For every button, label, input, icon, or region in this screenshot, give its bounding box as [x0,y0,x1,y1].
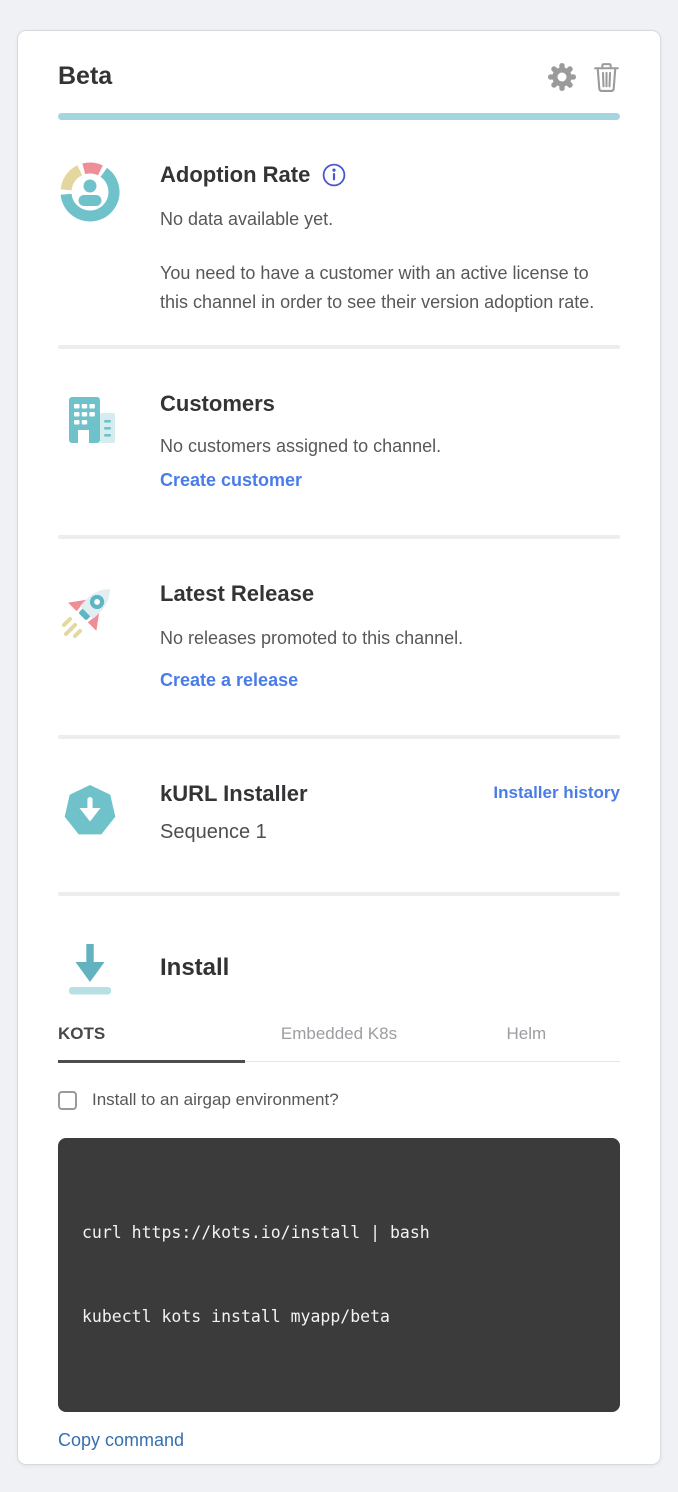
section-install: Install [58,896,620,1000]
adoption-title: Adoption Rate [160,160,310,190]
card-header: Beta [58,31,620,92]
copy-command-link[interactable]: Copy command [58,1430,184,1451]
airgap-label: Install to an airgap environment? [92,1090,339,1110]
airgap-checkbox[interactable] [58,1091,77,1110]
airgap-row: Install to an airgap environment? [58,1090,620,1110]
release-empty-text: No releases promoted to this channel. [160,624,620,653]
customers-title: Customers [160,389,620,419]
download-icon [58,936,122,1000]
channel-name: Beta [58,62,112,91]
tab-kots[interactable]: KOTS [58,1024,245,1063]
code-line: curl https://kots.io/install | bash [82,1219,596,1247]
installer-sequence: Sequence 1 [160,821,308,844]
installer-history-link[interactable]: Installer history [493,783,620,803]
tab-embedded-k8s[interactable]: Embedded K8s [245,1024,432,1061]
adoption-info-button[interactable] [322,163,346,187]
customers-building-icon [58,389,122,453]
channel-card: Beta [17,30,661,1465]
adoption-empty-text: No data available yet. [160,205,620,234]
install-title: Install [160,936,620,1000]
channel-accent-bar [58,113,620,120]
section-kurl-installer: kURL Installer Sequence 1 Installer hist… [58,739,620,844]
customers-empty-text: No customers assigned to channel. [160,432,620,461]
adoption-hint-text: You need to have a customer with an acti… [160,259,620,317]
delete-button[interactable] [593,61,620,92]
code-line: kubectl kots install myapp/beta [82,1303,596,1331]
settings-button[interactable] [547,62,577,92]
create-release-link[interactable]: Create a release [160,670,298,691]
gear-icon [547,62,577,92]
section-customers: Customers No customers assigned to chann… [58,349,620,491]
install-tabs: KOTS Embedded K8s Helm [58,1024,620,1062]
section-adoption-rate: Adoption Rate No data available yet. You… [58,120,620,317]
info-icon [322,163,346,187]
create-customer-link[interactable]: Create customer [160,470,302,491]
installer-title: kURL Installer [160,779,308,809]
tab-helm[interactable]: Helm [433,1024,620,1061]
header-actions [547,61,620,92]
install-command-code: curl https://kots.io/install | bash kube… [58,1138,620,1412]
section-latest-release: Latest Release No releases promoted to t… [58,539,620,691]
kurl-heptagon-icon [58,779,122,843]
trash-icon [593,61,620,92]
rocket-icon [58,579,122,643]
adoption-donut-icon [58,160,122,224]
release-title: Latest Release [160,579,620,609]
